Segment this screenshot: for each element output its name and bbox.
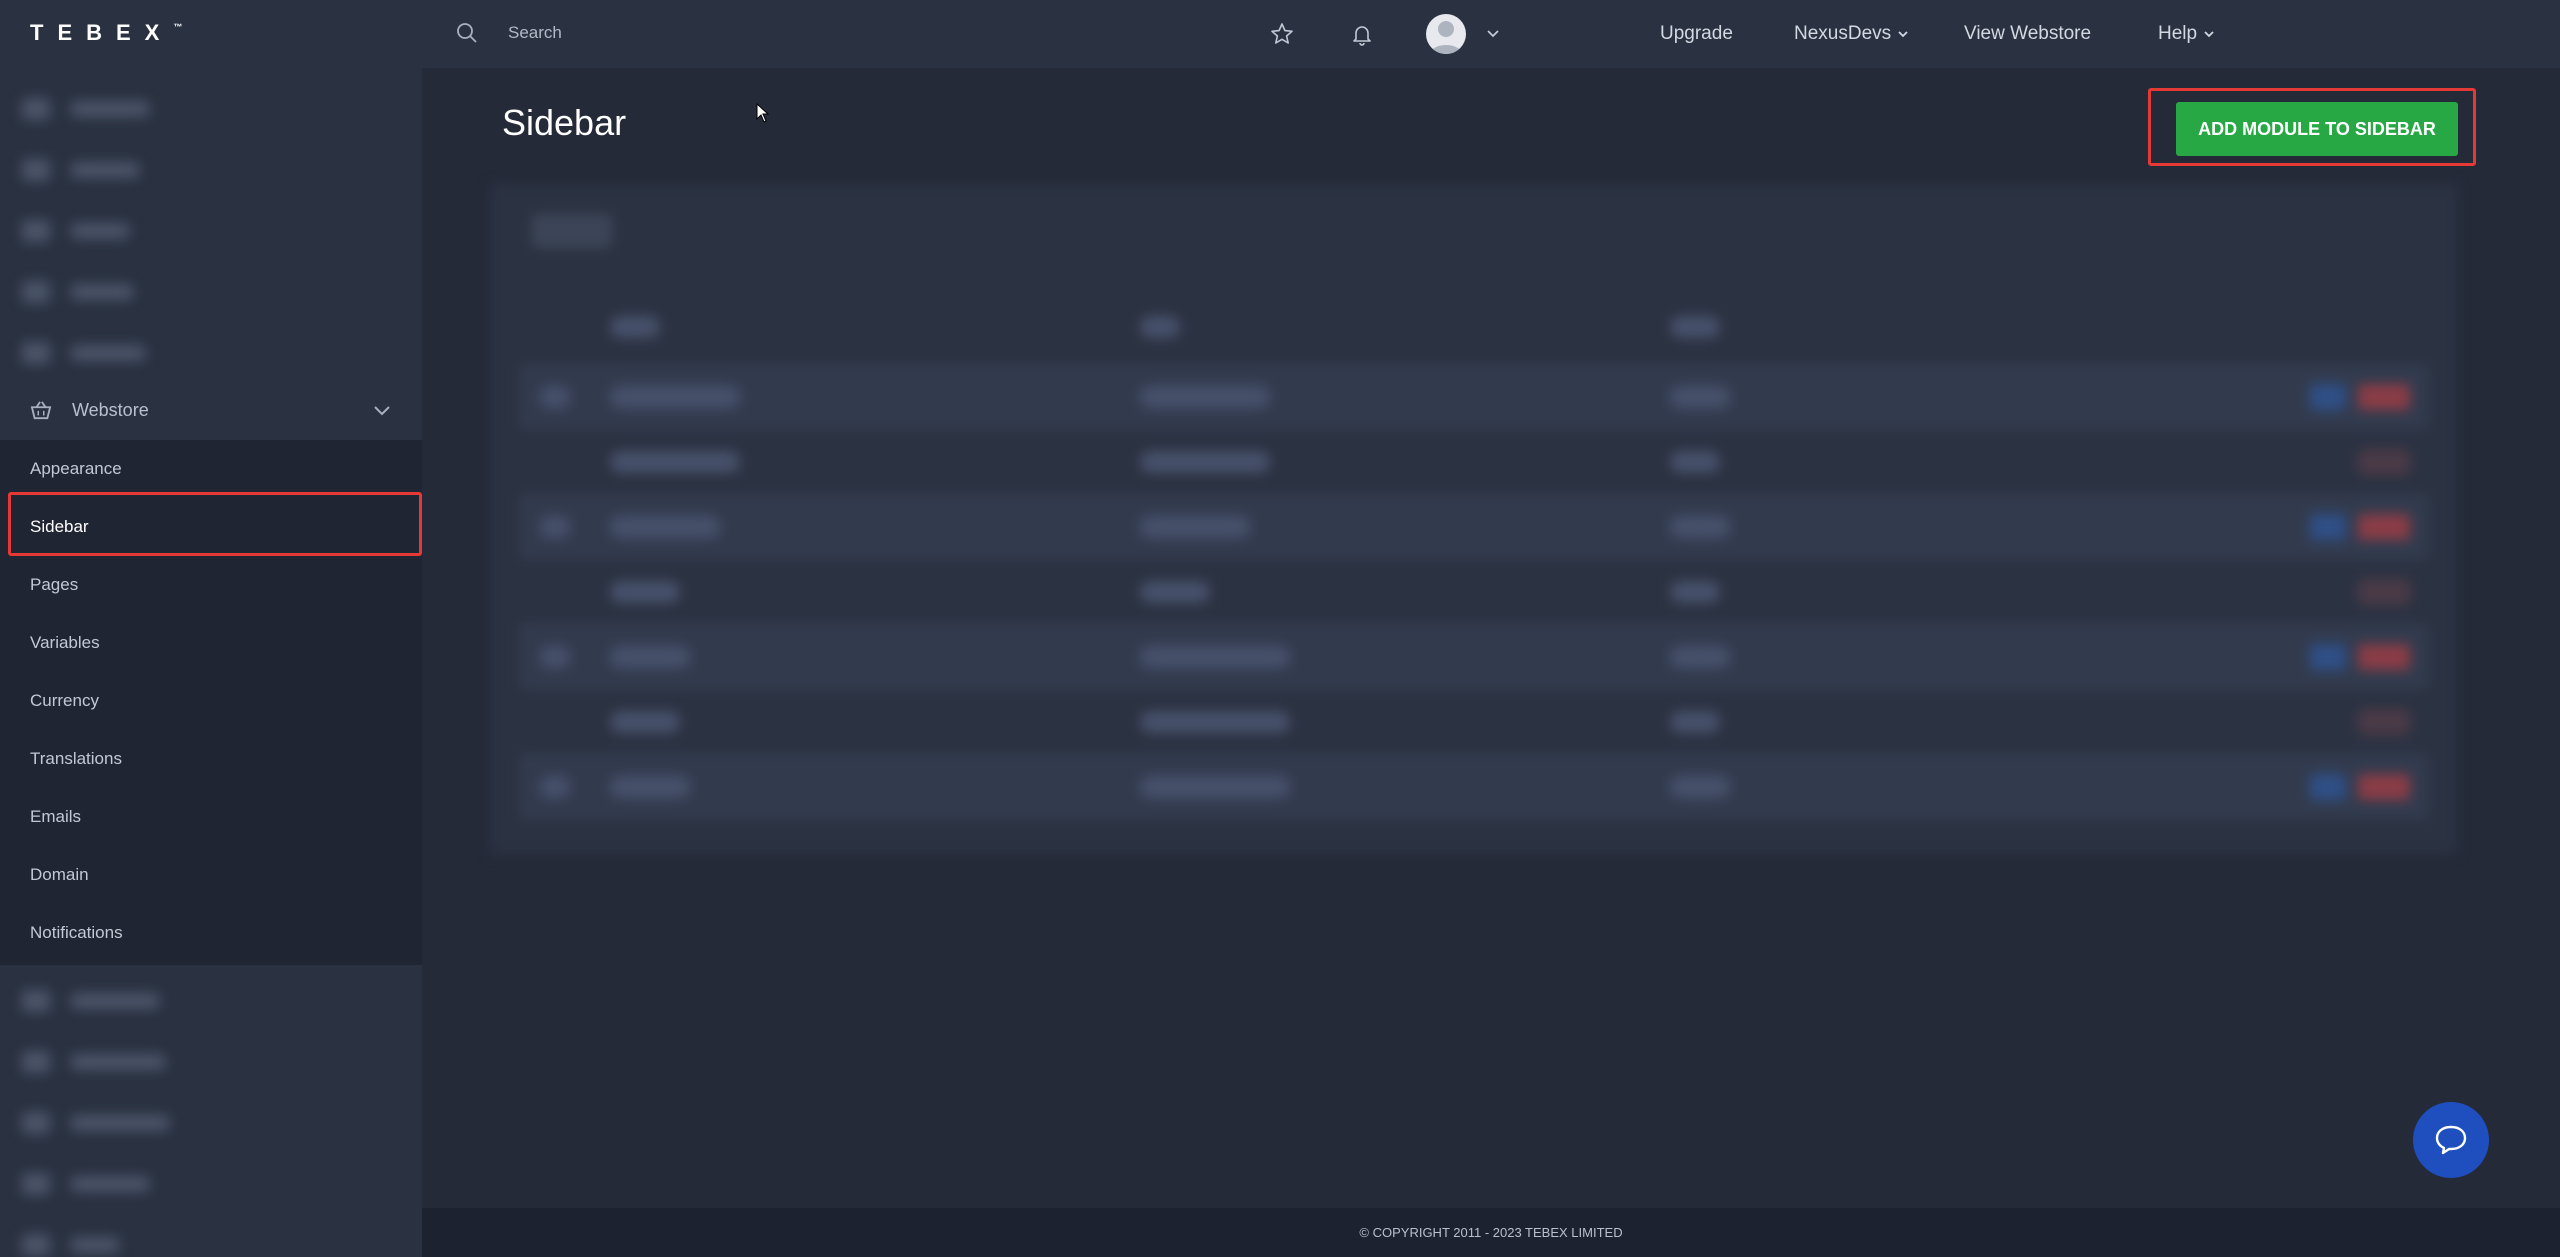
sidebar-section-label: Webstore bbox=[72, 399, 149, 420]
sidebar-item-label: Pages bbox=[30, 575, 79, 594]
blurred-nav-item[interactable] bbox=[0, 78, 422, 139]
sidebar-item-label: Translations bbox=[30, 749, 122, 768]
sidebar-section-webstore[interactable]: Webstore bbox=[0, 380, 422, 440]
page-title: Sidebar bbox=[502, 102, 627, 143]
blurred-nav-item[interactable] bbox=[0, 1153, 422, 1214]
sidebar-item-label: Emails bbox=[30, 807, 82, 826]
account-dropdown[interactable]: NexusDevs bbox=[1794, 0, 1909, 68]
table-row[interactable] bbox=[520, 429, 2428, 494]
table-row[interactable] bbox=[520, 624, 2428, 689]
logo-trademark: ™ bbox=[173, 22, 183, 32]
blurred-nav-item[interactable] bbox=[0, 970, 422, 1031]
star-icon[interactable] bbox=[1270, 22, 1294, 46]
table-row[interactable] bbox=[520, 754, 2428, 819]
user-avatar-icon bbox=[1430, 21, 1462, 54]
search-icon[interactable] bbox=[456, 22, 478, 44]
search-input[interactable] bbox=[508, 18, 1108, 48]
blurred-nav-item[interactable] bbox=[0, 322, 422, 383]
blurred-nav-item[interactable] bbox=[0, 139, 422, 200]
add-module-to-sidebar-button[interactable]: ADD MODULE TO SIDEBAR bbox=[2176, 102, 2458, 156]
modules-table bbox=[520, 294, 2428, 819]
chevron-down-icon bbox=[374, 406, 390, 416]
upgrade-link[interactable]: Upgrade bbox=[1660, 0, 1733, 68]
blurred-nav-item[interactable] bbox=[0, 1031, 422, 1092]
blurred-nav-item[interactable] bbox=[0, 261, 422, 322]
table-row[interactable] bbox=[520, 559, 2428, 624]
chevron-down-icon bbox=[1898, 31, 1908, 38]
sidebar-modules-card bbox=[490, 184, 2458, 854]
help-label: Help bbox=[2158, 23, 2198, 44]
sidebar-item-label: Appearance bbox=[30, 459, 122, 478]
sidebar-item-label: Currency bbox=[30, 691, 99, 710]
sidebar-item-emails[interactable]: Emails bbox=[0, 788, 422, 846]
webstore-submenu: Appearance Sidebar Pages Variables Curre… bbox=[0, 440, 422, 965]
blurred-nav-top bbox=[0, 78, 422, 383]
blurred-nav-bottom bbox=[0, 970, 422, 1257]
logo-text: TEBEX bbox=[30, 20, 174, 45]
chat-bubble-icon bbox=[2435, 1125, 2467, 1155]
sidebar: TEBEX™ Webstore Appearance Sidebar Pages… bbox=[0, 0, 422, 1257]
blurred-nav-item[interactable] bbox=[0, 1092, 422, 1153]
sidebar-item-label: Sidebar bbox=[30, 517, 89, 536]
table-header bbox=[520, 294, 2428, 364]
sidebar-item-label: Notifications bbox=[30, 923, 123, 942]
blurred-nav-item[interactable] bbox=[0, 1214, 422, 1257]
upgrade-label: Upgrade bbox=[1660, 23, 1733, 44]
help-dropdown[interactable]: Help bbox=[2158, 0, 2215, 68]
sidebar-item-label: Domain bbox=[30, 865, 89, 884]
sidebar-item-appearance[interactable]: Appearance bbox=[0, 440, 422, 498]
sidebar-item-pages[interactable]: Pages bbox=[0, 556, 422, 614]
copyright-text: © COPYRIGHT 2011 - 2023 TEBEX LIMITED bbox=[1359, 1225, 1623, 1240]
view-webstore-label: View Webstore bbox=[1964, 23, 2092, 44]
sidebar-item-translations[interactable]: Translations bbox=[0, 730, 422, 788]
sidebar-item-currency[interactable]: Currency bbox=[0, 672, 422, 730]
tebex-logo[interactable]: TEBEX™ bbox=[30, 20, 182, 46]
chat-launcher-button[interactable] bbox=[2413, 1102, 2489, 1178]
bell-icon[interactable] bbox=[1350, 22, 1374, 46]
blurred-nav-item[interactable] bbox=[0, 200, 422, 261]
sidebar-item-variables[interactable]: Variables bbox=[0, 614, 422, 672]
table-row[interactable] bbox=[520, 364, 2428, 429]
account-label: NexusDevs bbox=[1794, 23, 1892, 44]
sidebar-item-notifications[interactable]: Notifications bbox=[0, 904, 422, 962]
sidebar-item-label: Variables bbox=[30, 633, 100, 652]
mouse-cursor-icon bbox=[756, 103, 770, 123]
chevron-down-icon bbox=[2204, 31, 2214, 38]
sidebar-item-domain[interactable]: Domain bbox=[0, 846, 422, 904]
avatar[interactable] bbox=[1426, 14, 1466, 54]
view-webstore-link[interactable]: View Webstore bbox=[1964, 0, 2091, 68]
table-row[interactable] bbox=[520, 494, 2428, 559]
card-heading-blurred bbox=[532, 214, 612, 248]
chevron-down-icon[interactable] bbox=[1486, 28, 1500, 40]
basket-icon bbox=[30, 401, 52, 420]
sidebar-item-sidebar[interactable]: Sidebar bbox=[0, 498, 422, 556]
topbar: Upgrade NexusDevs View Webstore Help bbox=[422, 0, 2560, 68]
table-row[interactable] bbox=[520, 689, 2428, 754]
footer: © COPYRIGHT 2011 - 2023 TEBEX LIMITED bbox=[422, 1208, 2560, 1257]
